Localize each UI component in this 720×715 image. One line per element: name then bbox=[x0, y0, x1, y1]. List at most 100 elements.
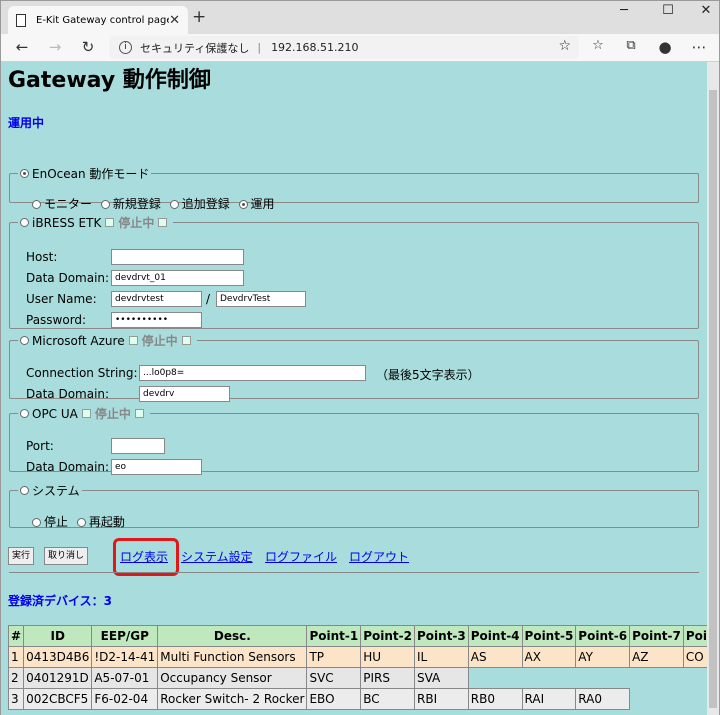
table-cell: SVA bbox=[414, 667, 469, 689]
page-title: Gateway 動作制御 bbox=[8, 68, 211, 93]
table-cell: SVC bbox=[306, 667, 362, 689]
more-icon[interactable]: ⋯ bbox=[689, 38, 709, 56]
table-cell: 2 bbox=[7, 667, 25, 689]
back-icon[interactable]: ← bbox=[12, 38, 32, 56]
table-cell: PIRS bbox=[360, 667, 415, 689]
azure-radio[interactable] bbox=[20, 336, 29, 345]
host-label: Host: bbox=[26, 250, 58, 264]
table-cell: BC bbox=[360, 688, 415, 710]
scrollbar-thumb[interactable] bbox=[709, 90, 717, 708]
browser-tab[interactable]: E-Kit Gateway control page ✕ bbox=[8, 6, 188, 34]
page-content: Gateway 動作制御 運用中 EnOcean 動作モード モニター 新規登録… bbox=[1, 62, 707, 715]
cancel-button[interactable]: 取り消し bbox=[44, 547, 89, 565]
enocean-legend: EnOcean 動作モード bbox=[32, 167, 150, 181]
username2-input[interactable]: DevdrvTest bbox=[216, 291, 306, 307]
column-header: Point-3 bbox=[414, 625, 469, 647]
table-cell: Multi Function Sensors bbox=[157, 646, 308, 668]
table-row: 1 0413D4B6 !D2-14-41 Multi Function Sens… bbox=[7, 646, 707, 668]
azure-checkbox-left bbox=[128, 336, 138, 345]
column-header: # bbox=[7, 625, 25, 647]
info-icon[interactable]: i bbox=[119, 41, 132, 54]
ibress-radio[interactable] bbox=[20, 218, 29, 227]
table-cell bbox=[468, 668, 522, 689]
browser-toolbar: ← → ↻ i セキュリティ保護なし | 192.168.51.210 ☆ ☆ … bbox=[1, 34, 719, 62]
azure-fieldset: Microsoft Azure 停止中 Connection String: ..… bbox=[9, 332, 699, 402]
table-cell: A5-07-01 bbox=[91, 667, 159, 689]
maximize-icon[interactable]: ☐ bbox=[653, 3, 683, 18]
table-cell: 0401291D bbox=[23, 667, 93, 689]
port-input[interactable] bbox=[111, 438, 165, 454]
address-text: 192.168.51.210 bbox=[271, 41, 359, 54]
host-input[interactable] bbox=[111, 249, 244, 265]
new-register-radio[interactable] bbox=[100, 200, 110, 209]
column-header: EEP/GP bbox=[91, 625, 159, 647]
table-cell: RB0 bbox=[467, 688, 523, 710]
forward-icon[interactable]: → bbox=[45, 38, 65, 56]
favorite-star-icon[interactable]: ☆ bbox=[558, 38, 571, 54]
username-separator: / bbox=[206, 292, 211, 306]
address-separator: | bbox=[257, 41, 262, 54]
azure-domain-label: Data Domain: bbox=[26, 387, 110, 401]
new-tab-icon[interactable]: + bbox=[192, 7, 206, 27]
table-cell: AY bbox=[575, 646, 631, 668]
column-header: Point-4 bbox=[467, 625, 523, 647]
tab-bar: E-Kit Gateway control page ✕ + ─ ☐ ✕ bbox=[1, 1, 719, 34]
table-cell bbox=[576, 668, 630, 689]
ibress-checkbox-right bbox=[158, 218, 168, 227]
table-cell: IL bbox=[414, 646, 469, 668]
azure-checkbox-right bbox=[181, 336, 191, 345]
favorites-icon[interactable]: ☆ bbox=[588, 38, 608, 53]
stop-radio[interactable] bbox=[32, 518, 41, 527]
operation-label: 運用 bbox=[250, 197, 275, 211]
table-cell: 1 bbox=[7, 646, 25, 668]
table-cell: RAI bbox=[521, 688, 577, 710]
opcua-radio[interactable] bbox=[20, 409, 29, 418]
device-count-heading: 登録済デバイス：3 bbox=[8, 594, 112, 608]
table-row: 2 0401291D A5-07-01 Occupancy Sensor SVC… bbox=[7, 667, 708, 689]
run-button[interactable]: 実行 bbox=[8, 547, 35, 565]
stop-label: 停止 bbox=[44, 515, 69, 529]
refresh-icon[interactable]: ↻ bbox=[78, 38, 98, 56]
monitor-radio[interactable] bbox=[32, 200, 41, 209]
log-file-link[interactable]: ログファイル bbox=[265, 548, 337, 565]
address-bar[interactable]: i セキュリティ保護なし | 192.168.51.210 ☆ bbox=[109, 36, 579, 59]
add-register-label: 追加登録 bbox=[181, 197, 230, 211]
profile-icon[interactable]: ● bbox=[655, 38, 675, 56]
opcua-domain-input[interactable]: eo bbox=[111, 459, 202, 475]
system-options: 停止 再起動 bbox=[32, 513, 125, 530]
tab-close-icon[interactable]: ✕ bbox=[169, 13, 180, 28]
table-cell: TP bbox=[306, 646, 362, 668]
add-register-radio[interactable] bbox=[169, 200, 179, 209]
table-cell: F6-02-04 bbox=[91, 688, 159, 710]
column-header: Point-7 bbox=[629, 625, 684, 647]
vertical-scrollbar[interactable] bbox=[707, 62, 719, 715]
restart-label: 再起動 bbox=[88, 515, 125, 529]
table-cell: AZ bbox=[629, 646, 684, 668]
ibress-domain-input[interactable]: devdrvt_01 bbox=[111, 270, 244, 286]
collections-icon[interactable]: ⧉ bbox=[621, 38, 641, 53]
opcua-fieldset: OPC UA 停止中 Port: Data Domain: eo bbox=[9, 405, 699, 475]
security-label: セキュリティ保護なし bbox=[140, 41, 250, 55]
minimize-icon[interactable]: ─ bbox=[609, 3, 639, 18]
restart-radio[interactable] bbox=[76, 518, 86, 527]
table-cell: HU bbox=[360, 646, 415, 668]
ibress-legend: iBRESS ETK bbox=[32, 215, 102, 230]
enocean-radio[interactable] bbox=[20, 169, 29, 178]
system-settings-link[interactable]: システム設定 bbox=[181, 548, 253, 565]
opcua-checkbox-right bbox=[134, 409, 144, 418]
opcua-checkbox-left bbox=[81, 409, 91, 418]
operation-radio[interactable] bbox=[238, 200, 248, 209]
logout-link[interactable]: ログアウト bbox=[349, 548, 409, 565]
password-label: Password: bbox=[26, 313, 87, 327]
system-radio[interactable] bbox=[20, 486, 29, 495]
connection-string-label: Connection String: bbox=[26, 366, 138, 380]
azure-state: 停止中 bbox=[141, 334, 178, 348]
close-window-icon[interactable]: ✕ bbox=[691, 3, 720, 18]
username-input[interactable]: devdrvtest bbox=[111, 291, 202, 307]
connection-string-input[interactable]: ...lo0p8= bbox=[139, 365, 366, 381]
ibress-state: 停止中 bbox=[118, 216, 155, 230]
password-input[interactable]: •••••••••• bbox=[111, 312, 202, 328]
azure-domain-input[interactable]: devdrv bbox=[139, 386, 230, 402]
enocean-mode-options: モニター 新規登録 追加登録 運用 bbox=[32, 195, 275, 212]
opcua-domain-label: Data Domain: bbox=[26, 460, 110, 474]
